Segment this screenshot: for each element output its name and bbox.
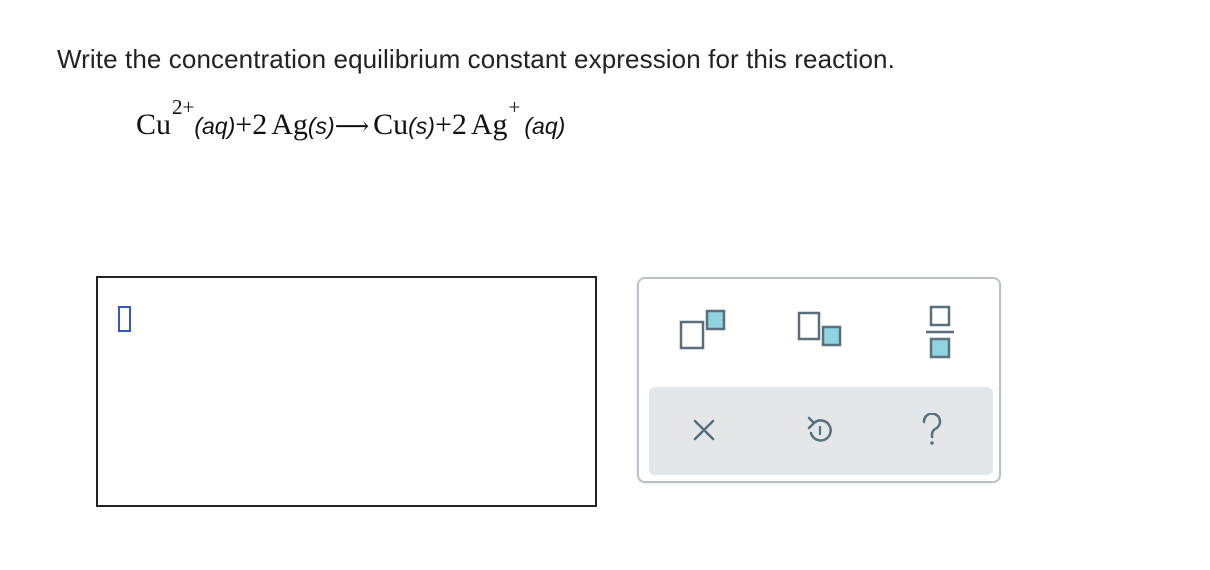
coefficient: 2 (252, 108, 268, 141)
subscript-template-icon[interactable] (797, 311, 845, 351)
coefficient: 2 (451, 108, 467, 141)
question-text: Write the concentration equilibrium cons… (57, 44, 895, 74)
phase-s: (s) (408, 113, 435, 139)
clear-icon[interactable] (693, 419, 715, 441)
math-tool-palette (637, 277, 1001, 483)
phase-s: (s) (307, 113, 335, 139)
input-cursor-placeholder[interactable] (118, 306, 131, 332)
copper-metal-symbol: Cu (373, 108, 409, 141)
help-icon[interactable] (921, 413, 943, 447)
fraction-template-icon[interactable] (925, 305, 955, 361)
superscript-template-icon[interactable] (679, 309, 727, 351)
chemical-equation: Cu 2+ (aq) + 2 Ag (s) ⟶ Cu (s) + 2 Ag + … (136, 95, 566, 168)
plus-sign: + (235, 108, 253, 141)
silver-ion-charge: + (508, 95, 521, 119)
copper-ion-symbol: Cu (136, 108, 172, 141)
plus-sign: + (434, 108, 452, 141)
phase-aq: (aq) (524, 113, 566, 139)
phase-aq: (aq) (194, 113, 236, 139)
reaction-arrow: ⟶ (334, 114, 370, 140)
undo-icon[interactable] (806, 415, 834, 445)
copper-ion-charge: 2+ (172, 95, 195, 119)
silver-symbol: Ag (271, 108, 308, 141)
palette-action-bar (649, 387, 993, 475)
answer-input-box[interactable] (96, 276, 597, 507)
silver-ion-symbol: Ag (470, 108, 508, 141)
